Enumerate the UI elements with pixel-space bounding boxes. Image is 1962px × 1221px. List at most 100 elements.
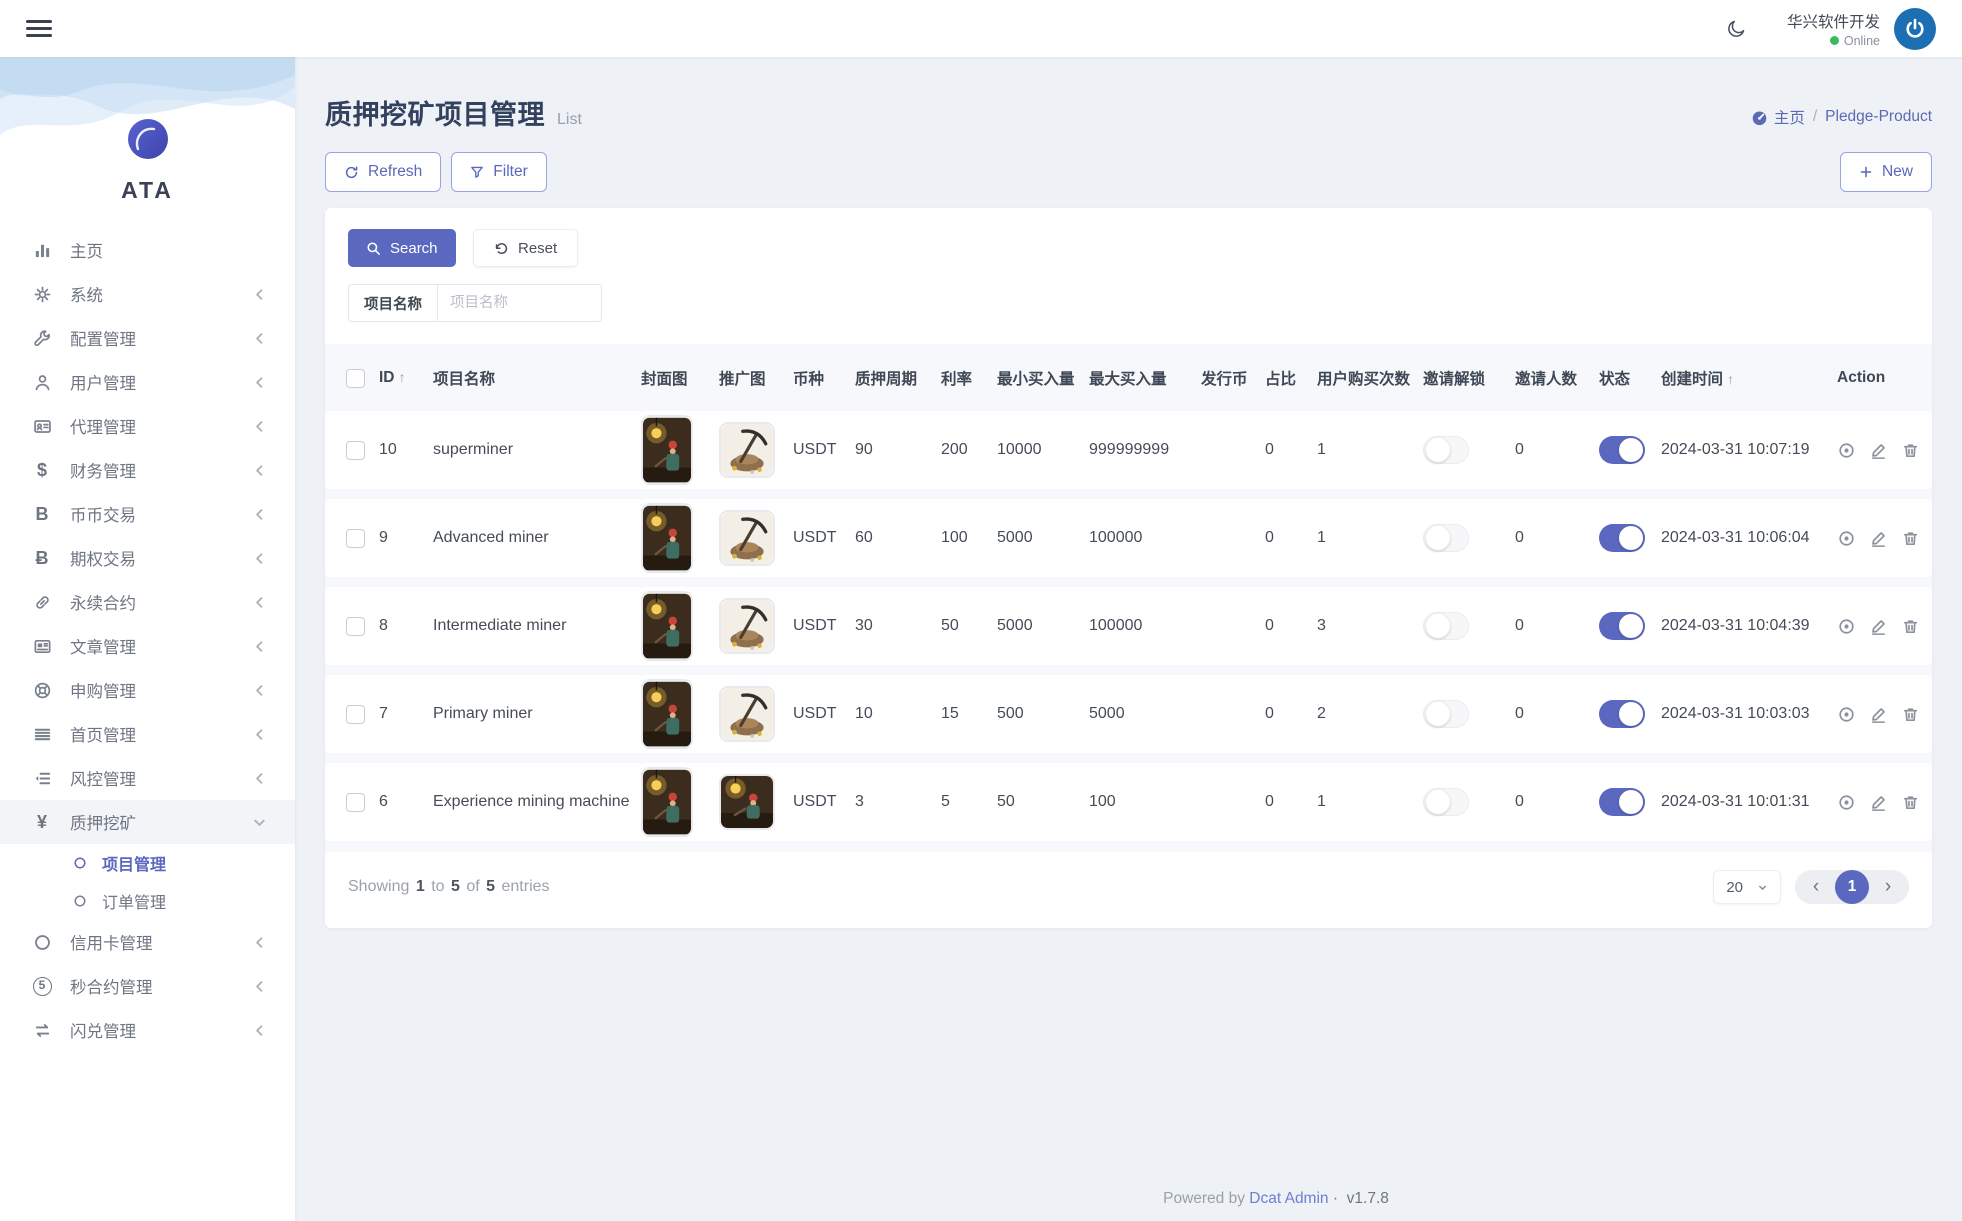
- search-button[interactable]: Search: [348, 229, 456, 267]
- status-toggle[interactable]: [1599, 436, 1645, 464]
- user-icon: [30, 373, 54, 392]
- cell-buy-count: 1: [1309, 763, 1415, 841]
- invite-unlock-toggle[interactable]: [1423, 524, 1469, 552]
- sidebar-item-16[interactable]: 闪兑管理: [0, 1008, 295, 1052]
- promo-image[interactable]: [711, 411, 785, 489]
- edit-button[interactable]: [1869, 793, 1888, 812]
- delete-button[interactable]: [1901, 617, 1920, 636]
- sidebar-item-3[interactable]: 用户管理: [0, 360, 295, 404]
- sidebar-item-2[interactable]: 配置管理: [0, 316, 295, 360]
- sidebar-item-1[interactable]: 系统: [0, 272, 295, 316]
- sidebar-submenu: 项目管理订单管理: [0, 844, 295, 920]
- next-page-button[interactable]: ›: [1873, 872, 1903, 902]
- cell-ratio: 0: [1257, 499, 1309, 577]
- row-checkbox[interactable]: [346, 705, 365, 724]
- dcat-admin-link[interactable]: Dcat Admin: [1249, 1190, 1328, 1207]
- per-page-select[interactable]: 20: [1713, 870, 1781, 904]
- view-button[interactable]: [1837, 441, 1856, 460]
- filter-button[interactable]: Filter: [451, 152, 546, 192]
- chevron-left-icon: [250, 549, 269, 568]
- sidebar-item-11[interactable]: 首页管理: [0, 712, 295, 756]
- sidebar-item-15[interactable]: 5秒合约管理: [0, 964, 295, 1008]
- promo-image[interactable]: [711, 763, 785, 841]
- edit-button[interactable]: [1869, 441, 1888, 460]
- invite-unlock-toggle[interactable]: [1423, 436, 1469, 464]
- cover-image[interactable]: [633, 411, 711, 489]
- reset-button[interactable]: Reset: [473, 229, 578, 267]
- promo-image[interactable]: [711, 587, 785, 665]
- sidebar-item-label: 币币交易: [70, 502, 136, 526]
- sidebar-item-13[interactable]: ¥质押挖矿: [0, 800, 295, 844]
- delete-button[interactable]: [1901, 793, 1920, 812]
- status-toggle[interactable]: [1599, 612, 1645, 640]
- page-1-button[interactable]: 1: [1835, 870, 1869, 904]
- sort-asc-icon[interactable]: ↑: [399, 369, 406, 385]
- cell-invite-count: 0: [1507, 675, 1591, 753]
- view-button[interactable]: [1837, 617, 1856, 636]
- cover-image[interactable]: [633, 763, 711, 841]
- sidebar-item-4[interactable]: 代理管理: [0, 404, 295, 448]
- column-header-15: 状态: [1591, 354, 1653, 401]
- column-header-1[interactable]: ID↑: [371, 354, 425, 401]
- row-checkbox[interactable]: [346, 793, 365, 812]
- invite-unlock-toggle[interactable]: [1423, 788, 1469, 816]
- sidebar-item-5[interactable]: $财务管理: [0, 448, 295, 492]
- sidebar-item-10[interactable]: 申购管理: [0, 668, 295, 712]
- delete-button[interactable]: [1901, 441, 1920, 460]
- avatar[interactable]: [1894, 8, 1936, 50]
- sidebar-item-9[interactable]: 文章管理: [0, 624, 295, 668]
- refresh-button[interactable]: Refresh: [325, 152, 441, 192]
- cell-max-buy: 100000: [1081, 499, 1193, 577]
- user-menu[interactable]: 华兴软件开发 Online: [1787, 10, 1880, 48]
- row-checkbox[interactable]: [346, 529, 365, 548]
- sidebar-item-6[interactable]: B币币交易: [0, 492, 295, 536]
- view-button[interactable]: [1837, 793, 1856, 812]
- cell-invite-count: 0: [1507, 499, 1591, 577]
- sidebar-subitem-13-1[interactable]: 订单管理: [0, 882, 295, 920]
- status-toggle[interactable]: [1599, 788, 1645, 816]
- sidebar-item-8[interactable]: 永续合约: [0, 580, 295, 624]
- sidebar-item-7[interactable]: Ƀ期权交易: [0, 536, 295, 580]
- cell-min-buy: 50: [989, 763, 1081, 841]
- table-row: 9Advanced minerUSDT601005000100000010202…: [325, 499, 1932, 577]
- cell-invite-unlock: [1415, 587, 1507, 665]
- promo-image[interactable]: [711, 499, 785, 577]
- edit-button[interactable]: [1869, 529, 1888, 548]
- cell-name: Intermediate miner: [425, 587, 633, 665]
- invite-unlock-toggle[interactable]: [1423, 700, 1469, 728]
- sidebar-subitem-13-0[interactable]: 项目管理: [0, 844, 295, 882]
- sidebar-item-0[interactable]: 主页: [0, 228, 295, 272]
- cover-image[interactable]: [633, 587, 711, 665]
- sidebar-item-12[interactable]: 风控管理: [0, 756, 295, 800]
- view-button[interactable]: [1837, 529, 1856, 548]
- column-header-16[interactable]: 创建时间↑: [1653, 354, 1829, 401]
- view-button[interactable]: [1837, 705, 1856, 724]
- dark-mode-icon[interactable]: [1726, 18, 1747, 39]
- delete-button[interactable]: [1901, 705, 1920, 724]
- sidebar-item-label: 代理管理: [70, 414, 136, 438]
- prev-page-button[interactable]: ‹: [1801, 872, 1831, 902]
- breadcrumb-home-link[interactable]: 主页: [1751, 106, 1805, 128]
- edit-button[interactable]: [1869, 705, 1888, 724]
- row-checkbox[interactable]: [346, 441, 365, 460]
- cover-image[interactable]: [633, 499, 711, 577]
- promo-image[interactable]: [711, 675, 785, 753]
- cell-rate: 100: [933, 499, 989, 577]
- breadcrumb-current[interactable]: Pledge-Product: [1825, 108, 1932, 126]
- select-all-checkbox[interactable]: [346, 369, 365, 388]
- project-name-input[interactable]: [437, 284, 602, 322]
- invite-unlock-toggle[interactable]: [1423, 612, 1469, 640]
- sort-asc-icon[interactable]: ↑: [1727, 371, 1734, 387]
- row-checkbox[interactable]: [346, 617, 365, 636]
- new-button[interactable]: New: [1840, 152, 1932, 192]
- edit-button[interactable]: [1869, 617, 1888, 636]
- cell-period: 30: [847, 587, 933, 665]
- column-header-13: 邀请解锁: [1415, 354, 1507, 401]
- status-toggle[interactable]: [1599, 700, 1645, 728]
- sidebar-toggle-button[interactable]: [26, 15, 52, 41]
- delete-button[interactable]: [1901, 529, 1920, 548]
- sidebar-item-14[interactable]: 信用卡管理: [0, 920, 295, 964]
- status-toggle[interactable]: [1599, 524, 1645, 552]
- cover-image[interactable]: [633, 675, 711, 753]
- cell-rate: 50: [933, 587, 989, 665]
